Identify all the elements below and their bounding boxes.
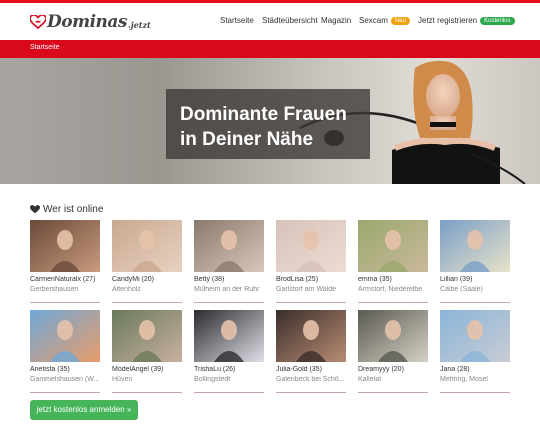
- profile-photo[interactable]: [194, 310, 264, 362]
- logo-tld: .jetzt: [127, 20, 151, 30]
- profile-card[interactable]: BrodLisa (25) Garlstorf am Walde: [276, 220, 346, 303]
- profile-photo[interactable]: [30, 220, 100, 272]
- profile-photo[interactable]: [276, 310, 346, 362]
- nav-label: Startseite: [220, 16, 254, 25]
- profile-name[interactable]: Dreamyyy (20): [358, 366, 428, 373]
- nav-sexcam[interactable]: Sexcam Neu: [359, 16, 410, 30]
- card-divider: [358, 302, 428, 303]
- profile-name[interactable]: CarmenNaturalx (27): [30, 276, 100, 283]
- nav-magazin[interactable]: Magazin: [321, 16, 351, 30]
- nav-label: Städteübersicht: [262, 16, 318, 25]
- hero-title-box: Dominante Frauen in Deiner Nähe: [166, 89, 370, 159]
- section-title-text: Wer ist online: [43, 204, 104, 215]
- profile-photo[interactable]: [358, 220, 428, 272]
- card-divider: [194, 302, 264, 303]
- site-header: Dominas .jetzt Startseite Städteübersich…: [0, 3, 540, 40]
- card-divider: [112, 392, 182, 393]
- profile-city: Garlstorf am Walde: [276, 286, 337, 293]
- card-divider: [276, 392, 346, 393]
- register-free-button[interactable]: jetzt kostenlos anmelden »: [30, 400, 138, 420]
- profile-city: Altenholz: [112, 286, 141, 293]
- profile-city: Hüven: [112, 376, 133, 383]
- profile-city: Galenbeck bei Schö...: [276, 376, 345, 383]
- profile-name[interactable]: emma (35): [358, 276, 428, 283]
- site-logo[interactable]: Dominas .jetzt: [30, 12, 151, 32]
- profile-photo[interactable]: [276, 220, 346, 272]
- profile-city: Mehring, Mosel: [440, 376, 488, 383]
- profile-name[interactable]: CandyMi (20): [112, 276, 182, 283]
- profile-card[interactable]: TrishaLu (26) Bollingstedt: [194, 310, 264, 393]
- profile-photo[interactable]: [30, 310, 100, 362]
- profile-city: Mülheim an der Ruhr: [194, 286, 260, 293]
- breadcrumb-bar: Startseite: [0, 40, 540, 58]
- profile-card[interactable]: emma (35) Armstorf, Niederelbe: [358, 220, 428, 303]
- hero-banner: Dominante Frauen in Deiner Nähe: [0, 58, 540, 184]
- profile-card[interactable]: Lillian (39) Calbe (Saale): [440, 220, 510, 303]
- profile-name[interactable]: Lillian (39): [440, 276, 510, 283]
- nav-label: Magazin: [321, 16, 352, 25]
- profile-card[interactable]: CarmenNaturalx (27) Gerbershausen: [30, 220, 100, 303]
- profile-photo[interactable]: [112, 220, 182, 272]
- nav-startseite[interactable]: Startseite: [220, 16, 254, 30]
- profile-card[interactable]: ModelAngel (39) Hüven: [112, 310, 182, 393]
- heart-lips-logo-icon: [30, 15, 46, 29]
- profile-city: Gerbershausen: [30, 286, 79, 293]
- new-badge: Neu: [390, 17, 410, 25]
- heart-icon: [30, 205, 40, 214]
- profile-city: Kalletal: [358, 376, 381, 383]
- section-title: Wer ist online: [30, 204, 103, 215]
- profile-name[interactable]: Julia-Gold (35): [276, 366, 346, 373]
- profile-card[interactable]: Julia-Gold (35) Galenbeck bei Schö...: [276, 310, 346, 393]
- profile-photo[interactable]: [194, 220, 264, 272]
- profile-city: Calbe (Saale): [440, 286, 483, 293]
- card-divider: [30, 392, 100, 393]
- profile-card[interactable]: CandyMi (20) Altenholz: [112, 220, 182, 303]
- card-divider: [440, 392, 510, 393]
- nav-label: Sexcam: [359, 16, 388, 25]
- profile-name[interactable]: Betty (38): [194, 276, 264, 283]
- profile-name[interactable]: TrishaLu (26): [194, 366, 264, 373]
- profile-photo[interactable]: [440, 220, 510, 272]
- profile-card[interactable]: Jana (28) Mehring, Mosel: [440, 310, 510, 393]
- profile-photo[interactable]: [440, 310, 510, 362]
- card-divider: [194, 392, 264, 393]
- hero-title: Dominante Frauen in Deiner Nähe: [180, 104, 347, 150]
- profile-card[interactable]: Dreamyyy (20) Kalletal: [358, 310, 428, 393]
- free-badge: Kostenlos: [480, 17, 515, 25]
- card-divider: [358, 392, 428, 393]
- profile-name[interactable]: Jana (28): [440, 366, 510, 373]
- card-divider: [276, 302, 346, 303]
- profile-name[interactable]: ModelAngel (39): [112, 366, 182, 373]
- profile-city: Armstorf, Niederelbe: [358, 286, 423, 293]
- nav-label: Jetzt registrieren: [418, 16, 478, 25]
- profile-card[interactable]: Anetista (35) Gammelshausen (W...: [30, 310, 100, 393]
- profile-card[interactable]: Betty (38) Mülheim an der Ruhr: [194, 220, 264, 303]
- nav-staedteuebersicht[interactable]: Städteübersicht: [262, 16, 318, 30]
- profile-city: Bollingstedt: [194, 376, 231, 383]
- profile-city: Gammelshausen (W...: [30, 376, 100, 383]
- nav-register[interactable]: Jetzt registrieren Kostenlos: [418, 16, 515, 30]
- logo-text: Dominas: [47, 12, 127, 32]
- card-divider: [112, 302, 182, 303]
- profile-photo[interactable]: [112, 310, 182, 362]
- card-divider: [30, 302, 100, 303]
- profile-photo[interactable]: [358, 310, 428, 362]
- breadcrumb[interactable]: Startseite: [30, 44, 60, 51]
- profile-name[interactable]: BrodLisa (25): [276, 276, 346, 283]
- card-divider: [440, 302, 510, 303]
- profile-name[interactable]: Anetista (35): [30, 366, 100, 373]
